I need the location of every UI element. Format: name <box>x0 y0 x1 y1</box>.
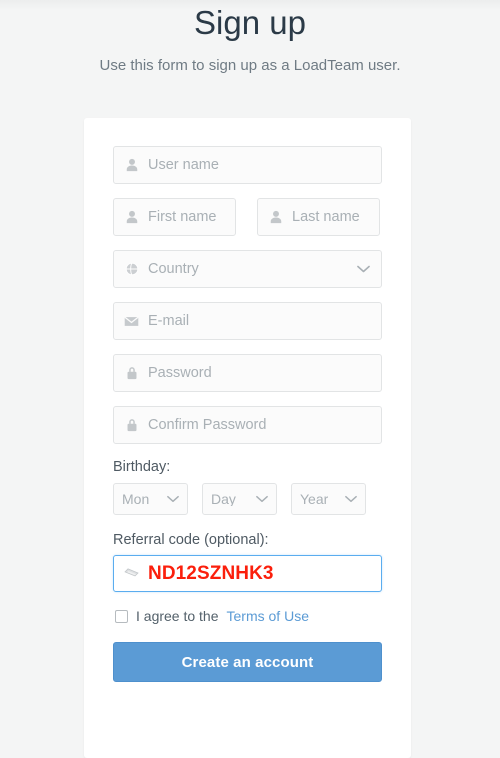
chevron-down-icon <box>357 265 370 274</box>
birthday-year-select[interactable]: Year <box>291 483 366 515</box>
chevron-down-icon <box>345 495 357 503</box>
signup-page: Sign up Use this form to sign up as a Lo… <box>0 0 500 758</box>
password-row: Password <box>113 354 382 392</box>
country-select[interactable]: Country <box>113 250 382 288</box>
username-placeholder: User name <box>148 157 219 173</box>
user-icon <box>124 158 139 173</box>
chevron-down-icon <box>256 495 268 503</box>
terms-row: I agree to the Terms of Use <box>115 608 382 624</box>
birthday-day-select[interactable]: Day <box>202 483 277 515</box>
create-account-button[interactable]: Create an account <box>113 642 382 682</box>
signup-card: User name First name Last name Country E… <box>84 118 411 758</box>
country-row: Country <box>113 250 382 288</box>
signup-form: User name First name Last name Country E… <box>113 146 382 682</box>
user-icon <box>268 210 283 225</box>
country-placeholder: Country <box>148 261 199 277</box>
username-row: User name <box>113 146 382 184</box>
lock-icon <box>124 366 139 381</box>
referral-code-input[interactable]: ND12SZNHK3 <box>113 555 382 592</box>
email-input[interactable]: E-mail <box>113 302 382 340</box>
terms-of-use-link[interactable]: Terms of Use <box>227 608 309 624</box>
page-subtitle: Use this form to sign up as a LoadTeam u… <box>99 57 401 74</box>
username-input[interactable]: User name <box>113 146 382 184</box>
user-icon <box>124 210 139 225</box>
referral-label: Referral code (optional): <box>113 532 269 548</box>
email-row: E-mail <box>113 302 382 340</box>
birthday-label: Birthday: <box>113 459 171 475</box>
birthday-month-value: Mon <box>122 492 150 506</box>
birthday-year-value: Year <box>300 492 329 506</box>
referral-code-value: ND12SZNHK3 <box>148 563 274 584</box>
confirm-password-placeholder: Confirm Password <box>148 417 267 433</box>
birthday-month-select[interactable]: Mon <box>113 483 188 515</box>
email-placeholder: E-mail <box>148 313 190 329</box>
envelope-icon <box>124 314 139 329</box>
chevron-down-icon <box>167 495 179 503</box>
terms-text: I agree to the <box>136 608 219 624</box>
name-row: First name Last name <box>113 198 382 236</box>
password-placeholder: Password <box>148 365 212 381</box>
password-input[interactable]: Password <box>113 354 382 392</box>
confirm-password-row: Confirm Password <box>113 406 382 444</box>
birthday-row: Mon Day Year <box>113 483 382 515</box>
ticket-icon <box>124 566 139 581</box>
first-name-input[interactable]: First name <box>113 198 236 236</box>
first-name-placeholder: First name <box>148 209 217 225</box>
last-name-placeholder: Last name <box>292 209 360 225</box>
page-title: Sign up <box>194 4 306 41</box>
page-header: Sign up Use this form to sign up as a Lo… <box>0 0 500 76</box>
last-name-input[interactable]: Last name <box>257 198 380 236</box>
terms-checkbox[interactable] <box>115 609 128 623</box>
confirm-password-input[interactable]: Confirm Password <box>113 406 382 444</box>
birthday-day-value: Day <box>211 492 236 506</box>
globe-icon <box>124 262 139 277</box>
lock-icon <box>124 418 139 433</box>
